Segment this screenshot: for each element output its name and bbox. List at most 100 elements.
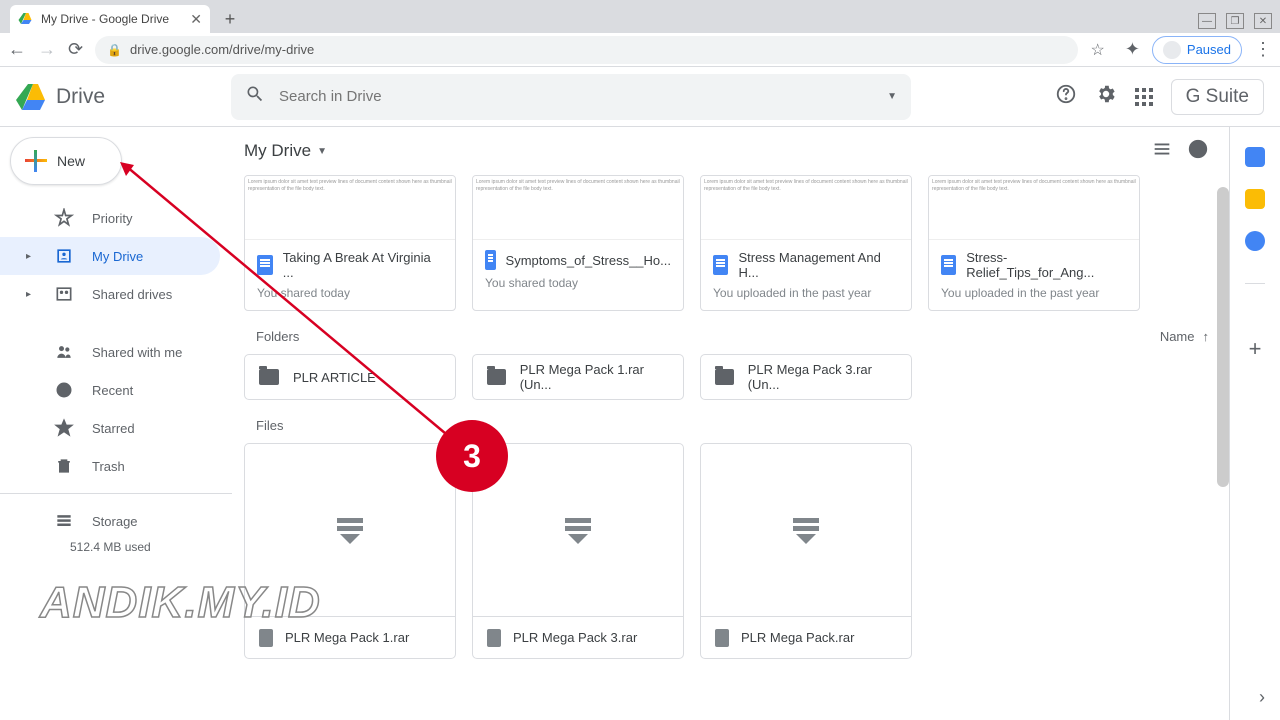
gear-icon[interactable]	[1095, 83, 1117, 111]
new-tab-button[interactable]: +	[216, 5, 244, 33]
close-window-button[interactable]: ✕	[1254, 13, 1272, 29]
suggestion-card[interactable]: Lorem ipsum dolor sit amet text preview …	[700, 175, 912, 311]
trash-label: Trash	[92, 459, 125, 474]
watermark: ANDIK.MY.ID	[40, 578, 321, 628]
sidebar-item-priority[interactable]: Priority	[0, 199, 220, 237]
apps-grid-icon[interactable]	[1135, 88, 1153, 106]
suggestion-card[interactable]: Lorem ipsum dolor sit amet text preview …	[472, 175, 684, 311]
suggestion-thumbnail: Lorem ipsum dolor sit amet text preview …	[929, 176, 1139, 240]
new-button[interactable]: New	[10, 137, 122, 185]
info-icon[interactable]	[1187, 138, 1209, 165]
chevron-down-icon: ▼	[317, 146, 327, 157]
reload-button[interactable]: ⟳	[68, 39, 83, 60]
suggestion-title: Taking A Break At Virginia ...	[283, 250, 443, 280]
file-card[interactable]: PLR Mega Pack 3.rar	[472, 443, 684, 659]
archive-icon	[792, 518, 820, 542]
sidebar: New Priority ▸ My Drive ▸ Shared drives …	[0, 127, 232, 720]
drive-product-name: Drive	[56, 85, 105, 109]
main-content: My Drive ▼ Lorem ipsum dolor sit amet te…	[232, 127, 1230, 720]
folders-heading: Folders	[256, 329, 299, 344]
scrollbar[interactable]	[1217, 187, 1229, 487]
profile-paused[interactable]: Paused	[1152, 36, 1242, 64]
search-icon	[245, 84, 265, 110]
suggestion-card[interactable]: Lorem ipsum dolor sit amet text preview …	[928, 175, 1140, 311]
storage-used: 512.4 MB used	[0, 540, 232, 554]
url-bar[interactable]: 🔒 drive.google.com/drive/my-drive	[95, 36, 1078, 64]
extensions-icon[interactable]: ✦	[1125, 39, 1140, 60]
expand-icon[interactable]: ▸	[26, 251, 36, 262]
search-bar[interactable]: ▼	[231, 74, 911, 120]
expand-icon[interactable]: ▸	[26, 289, 36, 300]
add-ons-icon[interactable]: +	[1249, 336, 1262, 362]
suggestion-subtitle: You shared today	[485, 276, 671, 290]
minimize-button[interactable]: ―	[1198, 13, 1216, 29]
browser-tab[interactable]: My Drive - Google Drive ✕	[10, 5, 210, 33]
archive-icon	[564, 518, 592, 542]
sidebar-item-shared-with-me[interactable]: Shared with me	[0, 333, 220, 371]
chrome-menu-icon[interactable]: ⋮	[1254, 39, 1272, 60]
storage-label: Storage	[92, 514, 138, 529]
file-thumbnail	[701, 444, 911, 616]
tasks-icon[interactable]	[1245, 231, 1265, 251]
sidebar-item-shared-drives[interactable]: ▸ Shared drives	[0, 275, 220, 313]
recent-label: Recent	[92, 383, 133, 398]
breadcrumb[interactable]: My Drive ▼	[244, 141, 327, 161]
suggestion-thumbnail: Lorem ipsum dolor sit amet text preview …	[701, 176, 911, 240]
file-name: PLR Mega Pack 3.rar	[513, 630, 637, 645]
suggestion-subtitle: You shared today	[257, 286, 443, 300]
starred-icon	[54, 418, 74, 438]
arrow-up-icon: ↑	[1203, 329, 1210, 344]
archive-icon	[336, 518, 364, 542]
drive-logo[interactable]: Drive	[16, 82, 231, 112]
back-button[interactable]: ←	[8, 39, 26, 60]
maximize-button[interactable]: ❐	[1226, 13, 1244, 29]
suggestion-title: Stress-Relief_Tips_for_Ang...	[966, 250, 1127, 280]
folder-card[interactable]: PLR Mega Pack 3.rar (Un...	[700, 354, 912, 400]
folder-icon	[715, 369, 734, 385]
plus-icon	[25, 150, 47, 172]
gsuite-badge[interactable]: G Suite	[1171, 79, 1264, 115]
url-text: drive.google.com/drive/my-drive	[130, 42, 314, 57]
drive-icon	[16, 82, 48, 112]
suggestion-title: Symptoms_of_Stress__Ho...	[506, 253, 671, 268]
avatar-icon	[1163, 41, 1181, 59]
keep-icon[interactable]	[1245, 189, 1265, 209]
file-name: PLR Mega Pack 1.rar	[285, 630, 409, 645]
sidebar-item-trash[interactable]: Trash	[0, 447, 220, 485]
suggestion-card[interactable]: Lorem ipsum dolor sit amet text preview …	[244, 175, 456, 311]
storage-icon	[54, 511, 74, 531]
list-view-icon[interactable]	[1151, 138, 1173, 165]
annotation-number: 3	[436, 420, 508, 492]
help-icon[interactable]	[1055, 83, 1077, 111]
breadcrumb-label: My Drive	[244, 141, 311, 161]
folder-icon	[259, 369, 279, 385]
file-card[interactable]: PLR Mega Pack.rar	[700, 443, 912, 659]
shared-drives-label: Shared drives	[92, 287, 172, 302]
lock-icon: 🔒	[107, 43, 122, 57]
side-panel: + ›	[1230, 127, 1280, 720]
starred-label: Starred	[92, 421, 135, 436]
docs-icon	[485, 250, 496, 270]
folder-card[interactable]: PLR ARTICLE	[244, 354, 456, 400]
priority-label: Priority	[92, 211, 132, 226]
folder-card[interactable]: PLR Mega Pack 1.rar (Un...	[472, 354, 684, 400]
files-heading: Files	[256, 418, 283, 433]
sidebar-item-my-drive[interactable]: ▸ My Drive	[0, 237, 220, 275]
my-drive-label: My Drive	[92, 249, 143, 264]
sort-control[interactable]: Name ↑	[1160, 329, 1209, 344]
rar-icon	[487, 629, 501, 647]
docs-icon	[713, 255, 728, 275]
sidebar-item-recent[interactable]: Recent	[0, 371, 220, 409]
sidebar-item-storage[interactable]: Storage	[0, 502, 220, 540]
search-input[interactable]	[279, 88, 873, 105]
folder-name: PLR Mega Pack 3.rar (Un...	[748, 362, 897, 392]
calendar-icon[interactable]	[1245, 147, 1265, 167]
suggestion-thumbnail: Lorem ipsum dolor sit amet text preview …	[245, 176, 455, 240]
close-icon[interactable]: ✕	[190, 11, 202, 28]
show-side-panel-icon[interactable]: ›	[1259, 687, 1265, 708]
address-bar-row: ← → ⟳ 🔒 drive.google.com/drive/my-drive …	[0, 33, 1280, 67]
search-options-icon[interactable]: ▼	[887, 91, 897, 102]
bookmark-star-icon[interactable]: ☆	[1090, 40, 1104, 60]
priority-icon	[54, 208, 74, 228]
sidebar-item-starred[interactable]: Starred	[0, 409, 220, 447]
